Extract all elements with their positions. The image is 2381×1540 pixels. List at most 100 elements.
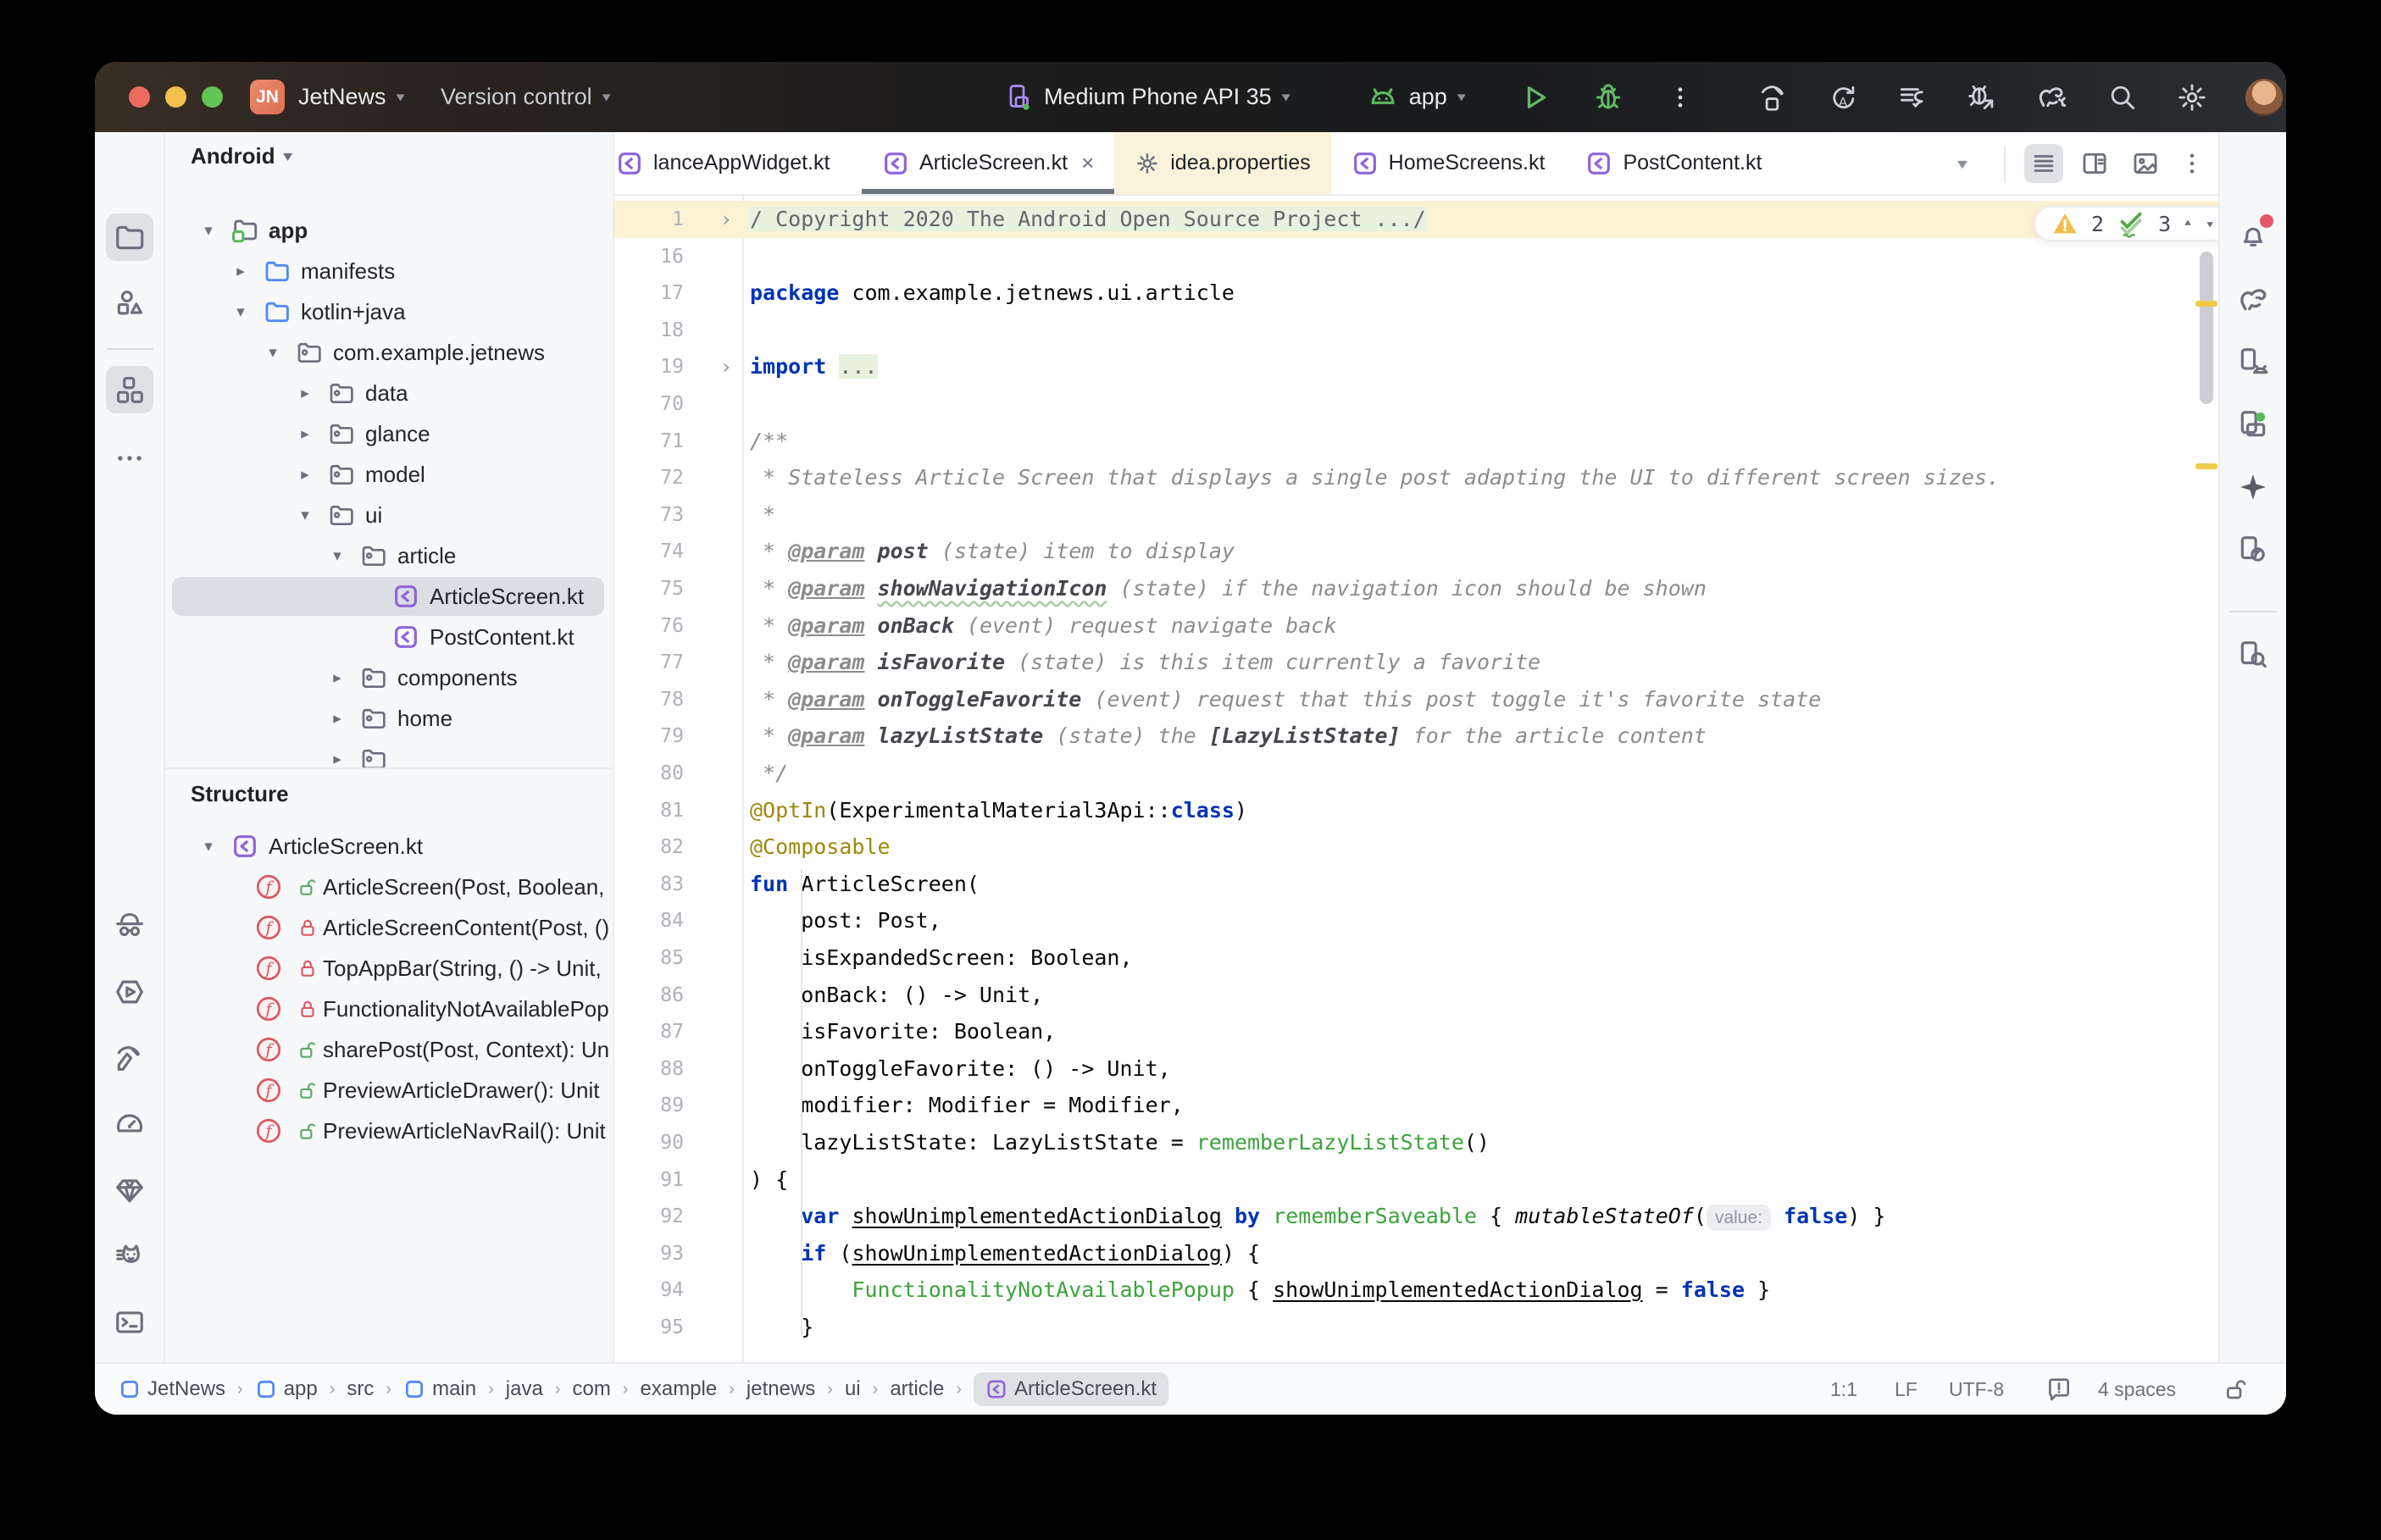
code-line-85[interactable]: 85 isExpandedScreen: Boolean, — [614, 939, 2218, 977]
detective-icon[interactable] — [106, 902, 153, 950]
tree-item-ui[interactable]: ▾ ui — [165, 496, 613, 534]
code-line-82[interactable]: 82 @Composable — [614, 828, 2218, 866]
chevron-right-icon[interactable]: ▸ — [292, 465, 318, 485]
breadcrumb-item-java[interactable]: java — [506, 1377, 543, 1401]
code-line-73[interactable]: 73 * — [614, 496, 2218, 534]
more-ellipsis-icon[interactable] — [106, 435, 153, 482]
structure-file-row[interactable]: ▾ ArticleScreen.kt — [165, 828, 613, 865]
run-button[interactable] — [1520, 82, 1551, 113]
chevron-down-icon[interactable]: ▾ — [196, 221, 221, 241]
editor-options-button[interactable] — [2173, 144, 2212, 183]
device-selector[interactable]: Medium Phone API 35 ▾ — [1044, 62, 1290, 132]
encoding-widget[interactable]: UTF-8 — [1949, 1364, 2004, 1415]
tree-item-app[interactable]: ▾ app — [165, 212, 613, 249]
chevron-right-icon[interactable]: ▸ — [325, 750, 350, 768]
search-everywhere-button[interactable] — [2106, 81, 2139, 114]
breadcrumb-item-src[interactable]: src — [347, 1377, 374, 1401]
tree-item-article[interactable]: ▾ article — [165, 537, 613, 574]
inspection-highlight-widget[interactable] — [2045, 1364, 2073, 1415]
gauge-icon[interactable] — [106, 1100, 153, 1148]
split-editor-button[interactable] — [2075, 144, 2114, 183]
close-window-button[interactable] — [129, 86, 150, 108]
debug-button[interactable] — [1593, 82, 1623, 113]
tree-item-articlescreen-kt[interactable]: ArticleScreen.kt — [165, 577, 613, 616]
hexagon-play-icon[interactable] — [106, 968, 153, 1016]
code-line-86[interactable]: 86 onBack: () -> Unit, — [614, 977, 2218, 1014]
chevron-down-icon[interactable]: ▾ — [196, 837, 221, 856]
warning-stripe-mark[interactable] — [2195, 301, 2217, 307]
chevron-right-icon[interactable]: ▸ — [292, 424, 318, 444]
code-editor[interactable]: 1 › / Copyright 2020 The Android Open Sour… — [614, 196, 2218, 1362]
resource-shapes-icon[interactable] — [106, 280, 153, 327]
gradle-elephant-icon[interactable] — [2229, 275, 2277, 323]
editor-tab-homescreens-kt[interactable]: HomeScreens.kt — [1331, 132, 1566, 194]
code-line-95[interactable]: 95 } — [614, 1309, 2218, 1346]
tree-item-components[interactable]: ▸ components — [165, 659, 613, 696]
caret-position-widget[interactable]: 1:1 — [1830, 1364, 1857, 1415]
chevron-right-icon[interactable]: ▸ — [325, 709, 350, 728]
editor-tab-idea-properties[interactable]: idea.properties — [1114, 132, 1331, 194]
device-link-icon[interactable] — [2229, 526, 2277, 573]
device-explorer-icon[interactable] — [2229, 631, 2277, 679]
code-line-16[interactable]: 16 — [614, 238, 2218, 275]
editor-tab-lanceappwidget-kt[interactable]: lanceAppWidget.kt — [614, 132, 862, 194]
code-line-87[interactable]: 87 isFavorite: Boolean, — [614, 1013, 2218, 1050]
chevron-down-icon[interactable]: ▾ — [260, 343, 286, 363]
code-line-70[interactable]: 70 — [614, 385, 2218, 423]
structure-item[interactable]: f ArticleScreenContent(Post, () — [165, 909, 613, 946]
breadcrumb-item-main[interactable]: main — [403, 1377, 476, 1401]
chevron-right-icon[interactable]: ▸ — [292, 384, 318, 403]
tree-item-manifests[interactable]: ▸ manifests — [165, 252, 613, 290]
scrollbar-thumb[interactable] — [2200, 252, 2213, 404]
tree-item-data[interactable]: ▸ data — [165, 374, 613, 412]
bell-icon[interactable] — [2229, 213, 2277, 260]
tree-item-clipped[interactable]: ▸ — [165, 740, 613, 767]
code-line-83[interactable]: 83 fun ArticleScreen( — [614, 866, 2218, 903]
code-line-84[interactable]: 84 post: Post, — [614, 902, 2218, 939]
tree-item-postcontent-kt[interactable]: PostContent.kt — [165, 618, 613, 656]
code-line-78[interactable]: 78 * @param onToggleFavorite (event) req… — [614, 681, 2218, 718]
avatar[interactable] — [2245, 78, 2283, 116]
structure-item[interactable]: f ArticleScreen(Post, Boolean, — [165, 868, 613, 906]
code-line-71[interactable]: 71/** — [614, 423, 2218, 460]
breadcrumb-item-article[interactable]: article — [890, 1377, 944, 1401]
breadcrumb-item-example[interactable]: example — [641, 1377, 718, 1401]
code-line-81[interactable]: 81 @OptIn(ExperimentalMaterial3Api::class… — [614, 792, 2218, 829]
code-line-18[interactable]: 18 — [614, 312, 2218, 349]
tree-item-com-example-jetnews[interactable]: ▾ com.example.jetnews — [165, 334, 613, 371]
settings-button[interactable] — [2176, 81, 2208, 114]
structure-item[interactable]: f PreviewArticleNavRail(): Unit — [165, 1112, 613, 1149]
editor-tab-postcontent-kt[interactable]: PostContent.kt — [1565, 132, 1782, 194]
breadcrumb-item-articlescreen-kt[interactable]: ArticleScreen.kt — [974, 1372, 1169, 1406]
more-actions-button[interactable] — [1666, 83, 1695, 112]
code-line-76[interactable]: 76 * @param onBack (event) request navig… — [614, 607, 2218, 645]
breadcrumb-item-jetnews[interactable]: JetNews — [119, 1377, 225, 1401]
file-lock-widget[interactable] — [2223, 1364, 2251, 1415]
code-line-94[interactable]: 94 FunctionalityNotAvailablePopup { show… — [614, 1271, 2218, 1309]
zoom-window-button[interactable] — [202, 86, 223, 108]
code-line-74[interactable]: 74 * @param post (state) item to display — [614, 533, 2218, 570]
code-line-75[interactable]: 75 * @param showNavigationIcon (state) i… — [614, 570, 2218, 607]
chevron-down-icon[interactable]: ▾ — [228, 302, 253, 322]
chevron-down-icon[interactable]: ▾ — [325, 546, 350, 566]
fold-marker-icon[interactable]: › — [709, 348, 743, 385]
chevron-right-icon[interactable]: ▸ — [325, 668, 350, 688]
structure-grid-icon[interactable] — [105, 366, 153, 413]
code-line-88[interactable]: 88 onToggleFavorite: () -> Unit, — [614, 1050, 2218, 1088]
close-tab-icon[interactable]: × — [1081, 150, 1094, 176]
running-device-icon[interactable] — [2229, 401, 2277, 448]
device-android-icon[interactable] — [2229, 338, 2277, 385]
code-line-1[interactable]: 1 › / Copyright 2020 The Android Open Sour… — [614, 201, 2218, 238]
indent-widget[interactable]: 4 spaces — [2098, 1364, 2176, 1415]
gradle-sync-button[interactable] — [2035, 80, 2069, 114]
project-widget[interactable]: JetNews ▾ — [298, 62, 405, 132]
code-line-79[interactable]: 79 * @param lazyListState (state) the [L… — [614, 717, 2218, 755]
editor-list-view-button[interactable] — [2024, 143, 2063, 183]
logcat-cat-icon[interactable] — [106, 1233, 153, 1280]
hidden-tabs-button[interactable]: ▾ — [1957, 132, 1968, 196]
code-line-89[interactable]: 89 modifier: Modifier = Modifier, — [614, 1087, 2218, 1124]
structure-item[interactable]: f TopAppBar(String, () -> Unit, — [165, 950, 613, 987]
project-folder-icon[interactable] — [105, 213, 153, 261]
inspections-widget[interactable]: 2 3 ▾ ▾ — [2034, 206, 2218, 241]
diamond-icon[interactable] — [106, 1166, 153, 1214]
